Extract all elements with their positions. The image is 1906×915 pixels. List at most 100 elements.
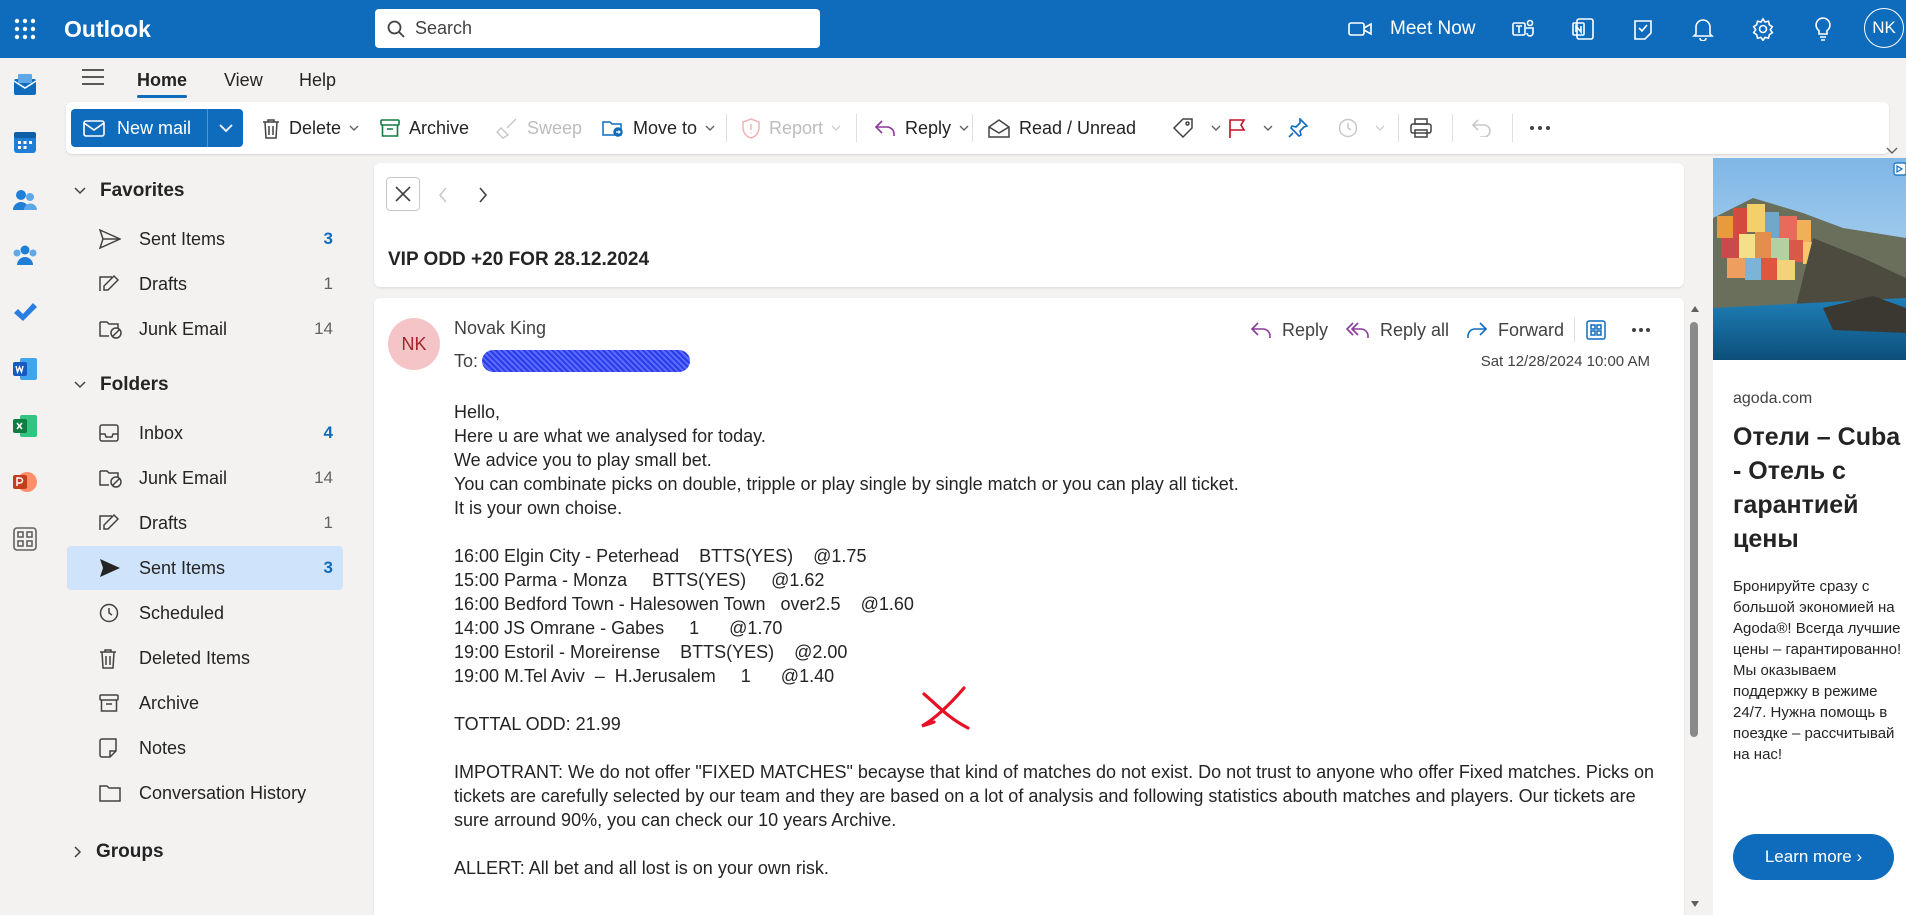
folder-icon — [99, 785, 121, 802]
archive-button[interactable]: Archive — [380, 109, 469, 147]
redacted-recipient[interactable] — [482, 350, 691, 372]
message-subject-card: VIP ODD +20 FOR 28.12.2024 — [374, 163, 1684, 287]
settings-gear-icon[interactable] — [1746, 12, 1780, 46]
folder-sent-items[interactable]: Sent Items 3 — [67, 546, 343, 590]
mail-app-icon[interactable] — [12, 72, 38, 98]
more-apps-icon[interactable] — [12, 526, 38, 552]
important-paragraph: IMPOTRANT: We do not offer "FIXED MATCHE… — [454, 762, 1654, 830]
ribbon-divider — [1512, 114, 1513, 142]
teams-icon[interactable] — [1506, 12, 1540, 46]
unread-count: 3 — [323, 558, 333, 577]
ad-choices-icon[interactable] — [1893, 162, 1906, 176]
snooze-button[interactable] — [1338, 109, 1385, 147]
folder-conversation-history[interactable]: Conversation History — [67, 771, 343, 815]
ad-pane[interactable]: agoda.com Отели – Cuba - Отель с гаранти… — [1713, 158, 1906, 915]
reply-button[interactable]: Reply — [874, 109, 969, 147]
pick-line: 19:00 Estoril - Moreirense BTTS(YES) @2.… — [454, 642, 848, 662]
categorize-button[interactable] — [1172, 109, 1221, 147]
hamburger-menu-icon[interactable] — [82, 68, 104, 86]
note-icon — [99, 738, 117, 758]
folder-deleted-items[interactable]: Deleted Items — [67, 636, 343, 680]
pin-button[interactable] — [1288, 109, 1317, 147]
tips-lightbulb-icon[interactable] — [1806, 12, 1840, 46]
folders-header[interactable]: Folders — [74, 374, 169, 396]
sweep-button[interactable]: Sweep — [496, 109, 582, 147]
print-button[interactable] — [1410, 109, 1441, 147]
folder-label: Inbox — [139, 422, 184, 443]
delete-button[interactable]: Delete — [262, 109, 359, 147]
report-button[interactable]: Report — [742, 109, 841, 147]
folder-inbox[interactable]: Inbox 4 — [67, 411, 343, 455]
app-launcher-icon[interactable] — [10, 14, 40, 44]
body-line: Hello, — [454, 402, 501, 422]
favorite-junk-email[interactable]: Junk Email 14 — [67, 307, 343, 351]
junk-folder-icon — [99, 321, 122, 339]
clock-icon — [1338, 118, 1358, 138]
ad-domain[interactable]: agoda.com — [1733, 390, 1812, 408]
excel-app-icon[interactable] — [12, 413, 38, 439]
forward-button[interactable]: Forward — [1466, 314, 1564, 346]
more-options-button[interactable] — [1530, 109, 1559, 147]
groups-header[interactable]: Groups — [74, 841, 164, 863]
reply-message-button[interactable]: Reply — [1250, 314, 1328, 346]
search-box[interactable]: Search — [375, 9, 820, 48]
flag-button[interactable] — [1228, 109, 1273, 147]
notifications-bell-icon[interactable] — [1686, 12, 1720, 46]
tab-help[interactable]: Help — [299, 68, 336, 92]
scrollbar-thumb[interactable] — [1690, 322, 1698, 737]
send-icon — [100, 559, 120, 577]
unread-count: 3 — [323, 229, 333, 248]
onenote-icon[interactable] — [1566, 12, 1600, 46]
sender-avatar[interactable]: NK — [388, 318, 440, 370]
pencil-icon — [99, 274, 120, 291]
people-app-icon[interactable] — [12, 186, 38, 212]
reply-all-button[interactable]: Reply all — [1346, 314, 1449, 346]
previous-message-chevron-icon[interactable] — [438, 187, 448, 203]
sender-name[interactable]: Novak King — [454, 318, 546, 339]
to-do-icon[interactable] — [1626, 12, 1660, 46]
calendar-app-icon[interactable] — [12, 129, 38, 155]
search-input[interactable]: Search — [415, 18, 472, 39]
meet-now-button[interactable]: Meet Now — [1348, 12, 1476, 46]
close-icon — [395, 186, 411, 202]
favorite-drafts[interactable]: Drafts 1 — [67, 262, 343, 306]
app-title[interactable]: Outlook — [64, 14, 151, 44]
pick-line: 16:00 Bedford Town - Halesowen Town over… — [454, 594, 914, 614]
folder-archive[interactable]: Archive — [67, 681, 343, 725]
favorites-header[interactable]: Favorites — [74, 180, 184, 202]
folder-label: Sent Items — [139, 557, 226, 578]
word-app-icon[interactable] — [12, 356, 38, 382]
new-mail-dropdown[interactable] — [208, 123, 243, 133]
new-mail-button[interactable]: New mail — [71, 109, 208, 147]
item-count: 14 — [314, 319, 333, 338]
folder-label: Scheduled — [139, 602, 225, 623]
scroll-down-arrow-icon[interactable] — [1691, 901, 1699, 907]
read-unread-button[interactable]: Read / Unread — [988, 109, 1136, 147]
folder-scheduled[interactable]: Scheduled — [67, 591, 343, 635]
folder-label: Junk Email — [139, 318, 228, 339]
folder-junk-email[interactable]: Junk Email 14 — [67, 456, 343, 500]
folder-notes[interactable]: Notes — [67, 726, 343, 770]
ad-learn-more-button[interactable]: Learn more › — [1733, 834, 1894, 880]
tab-home[interactable]: Home — [137, 68, 188, 98]
video-camera-icon — [1348, 22, 1372, 36]
apps-button[interactable] — [1586, 314, 1616, 346]
scroll-up-arrow-icon[interactable] — [1691, 306, 1699, 312]
message-body: Hello, Here u are what we analysed for t… — [454, 400, 1654, 880]
move-to-button[interactable]: Move to — [602, 109, 715, 147]
app-rail — [0, 58, 50, 915]
folder-drafts[interactable]: Drafts 1 — [67, 501, 343, 545]
to-do-app-icon[interactable] — [12, 299, 38, 325]
ad-title[interactable]: Отели – Cuba - Отель с гарантией цены — [1733, 420, 1905, 556]
tab-view[interactable]: View — [224, 68, 263, 92]
undo-button[interactable] — [1472, 109, 1501, 147]
alert-line: ALLERT: All bet and all lost is on your … — [454, 858, 829, 878]
ad-image-coastal-village[interactable] — [1713, 158, 1906, 360]
next-message-chevron-icon[interactable] — [478, 187, 488, 203]
favorite-sent-items[interactable]: Sent Items 3 — [67, 217, 343, 261]
message-more-options-button[interactable] — [1632, 314, 1660, 346]
groups-app-icon[interactable] — [12, 242, 38, 268]
powerpoint-app-icon[interactable] — [12, 469, 38, 495]
account-avatar[interactable]: NK — [1864, 8, 1904, 48]
close-message-button[interactable] — [386, 177, 420, 211]
